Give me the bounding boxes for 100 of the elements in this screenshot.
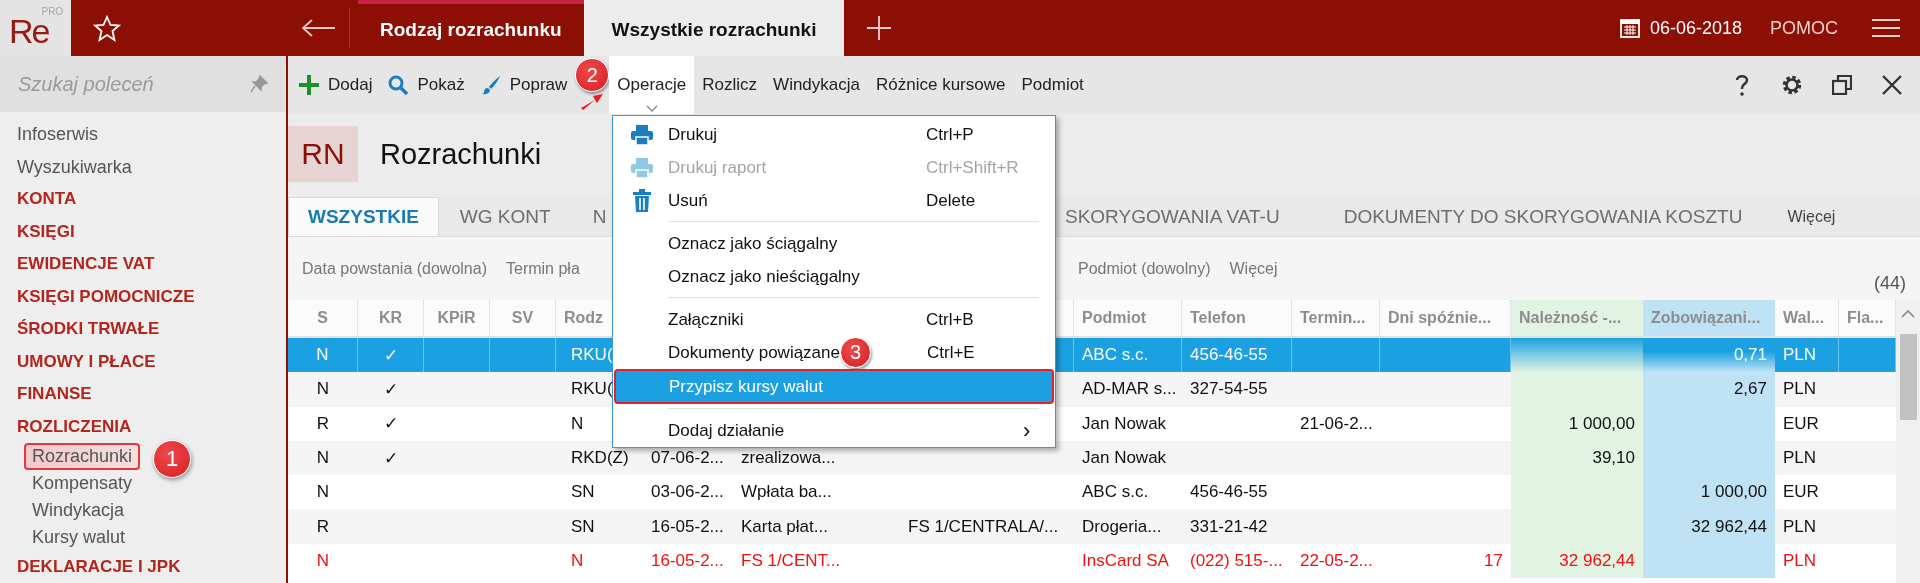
table-cell: 39,10 [1511, 440, 1643, 476]
printer-icon [629, 123, 654, 146]
column-header[interactable]: Wal... [1783, 309, 1825, 327]
menu-icon[interactable] [1872, 18, 1900, 38]
annotation-arrow [581, 92, 604, 110]
table-cell: 32 962,44 [1511, 543, 1643, 579]
sidebar-item[interactable]: EWIDENCJE VAT [0, 248, 286, 281]
column-header[interactable]: KPiR [437, 309, 476, 327]
tab[interactable]: DOKUMENTY DO SKORYGOWANIA KOSZTU [1311, 197, 1764, 236]
menu-label: Oznacz jako ściągalny [668, 233, 839, 254]
menu-item[interactable]: Oznacz jako ściągalny [615, 227, 1053, 260]
column-header[interactable]: Telefon [1190, 309, 1246, 327]
toolbar-button[interactable]: Operacje [609, 56, 695, 114]
table-cell: N [316, 345, 329, 366]
search-field[interactable]: Szukaj poleceń [18, 72, 250, 96]
table-row[interactable]: R SN 16-05-2... Karta płat... FS 1/CENTRALA/... Drogeria... 331-21-42 32 962,44 PLN [288, 509, 1896, 544]
menu-label: Dodaj działanie [668, 420, 786, 441]
menu-item[interactable]: Drukuj Ctrl+P [615, 118, 1053, 151]
shortcut-text: Ctrl+B [926, 309, 975, 330]
table-cell: AD-MAR s... [1082, 379, 1177, 400]
help-icon[interactable] [1735, 74, 1749, 96]
filter-link[interactable]: Podmiot (dowolny) [1078, 259, 1211, 278]
close-icon[interactable] [1882, 75, 1902, 95]
toolbar-button[interactable]: Popraw [472, 56, 576, 114]
toolbar-button[interactable]: Dodaj [291, 56, 381, 114]
column-header[interactable]: Podmiot [1082, 309, 1146, 327]
sidebar-item[interactable]: FINANSE [0, 378, 286, 411]
table-cell: ✓ [384, 413, 398, 435]
table-cell: RKU( [571, 379, 613, 400]
scroll-up-icon[interactable] [1901, 310, 1915, 318]
printer-icon [629, 156, 654, 179]
tab[interactable]: WG KONT [438, 197, 572, 236]
sidebar-item[interactable]: Windykacja [24, 497, 133, 524]
menu-label: Drukuj [668, 124, 719, 145]
toolbar-button[interactable]: Rozlicz [694, 56, 766, 114]
scrollbar[interactable] [1896, 300, 1920, 583]
table-cell: ✓ [383, 344, 398, 366]
sidebar-item[interactable]: KSIĘGI [0, 215, 286, 248]
menu-item[interactable]: Przypisz kursy walut [614, 369, 1054, 404]
tab[interactable]: WSZYSTKIE [288, 197, 439, 236]
menu-item[interactable]: Dokumenty powiązane 3 Ctrl+E [615, 336, 1053, 369]
search-bar[interactable]: Szukaj poleceń [0, 56, 286, 112]
table-cell: EUR [1783, 413, 1819, 434]
sidebar-item[interactable]: ROZLICZENIA [0, 410, 286, 443]
sidebar-item[interactable]: DEKLARACJE I JPK [0, 551, 286, 583]
table-cell: 1 000,00 [1643, 475, 1775, 510]
toolbar-button[interactable]: Podmiot [1013, 56, 1092, 114]
sidebar-item[interactable]: Wyszukiwarka [0, 150, 286, 183]
sidebar-item[interactable]: KONTA [0, 183, 286, 216]
plus-icon[interactable] [866, 15, 893, 41]
table-cell: 32 962,44 [1643, 509, 1775, 544]
table-cell: ABC s.c. [1082, 482, 1149, 503]
logo-superscript: PRO [41, 6, 64, 17]
menu-label: Drukuj raport [668, 157, 768, 178]
page-title: Rozrachunki [380, 137, 542, 172]
menu-label: Usuń [668, 190, 709, 211]
filter-link[interactable]: Data powstania (dowolna) [302, 259, 487, 278]
table-cell: 16-05-2... [651, 550, 724, 571]
table-cell: PLN [1783, 550, 1817, 571]
menu-item[interactable]: Oznacz jako nieściągalny [615, 260, 1053, 293]
scrollbar-thumb[interactable] [1899, 334, 1917, 420]
sidebar-item[interactable]: Kompensaty [24, 470, 141, 497]
menu-item[interactable]: Załączniki Ctrl+B [615, 303, 1053, 336]
menu-item[interactable]: Usuń Delete [615, 184, 1053, 217]
column-header[interactable]: Fla... [1847, 309, 1884, 327]
column-header[interactable]: KR [378, 309, 403, 327]
back-arrow-icon[interactable] [301, 18, 337, 38]
sidebar-item[interactable]: ŚRODKI TRWAŁE [0, 313, 286, 346]
column-header[interactable]: S [317, 309, 328, 327]
table-cell: 07-06-2... [651, 448, 724, 469]
table-cell: 17 [1484, 550, 1503, 571]
column-header[interactable]: Termin... [1300, 309, 1366, 327]
column-header[interactable]: Rodz [564, 309, 604, 327]
help-link[interactable]: POMOC [1770, 17, 1838, 39]
table-cell: ✓ [384, 378, 398, 400]
star-icon[interactable] [93, 14, 121, 42]
sidebar-item[interactable]: UMOWY I PŁACE [0, 345, 286, 378]
sidebar-item[interactable]: Kursy walut [24, 524, 134, 551]
toolbar-button[interactable]: Różnice kursowe [868, 56, 1014, 114]
shortcut-text: Ctrl+Shift+R [926, 157, 1020, 178]
filter-link[interactable]: Termin pła [506, 259, 580, 278]
restore-icon[interactable] [1832, 75, 1852, 95]
table-cell: PLN [1783, 379, 1817, 400]
tab[interactable]: Więcej [1763, 197, 1860, 236]
column-header[interactable]: Dni spóźnie... [1388, 309, 1492, 327]
table-cell: FS 1/CENT... [741, 550, 841, 571]
sidebar-item[interactable]: Infoserwis [0, 118, 286, 151]
plus-icon [299, 75, 319, 95]
menu-label: Dokumenty powiązane [668, 342, 840, 363]
settings-icon[interactable] [1781, 74, 1803, 96]
tab[interactable]: Wszystkie rozrachunki [583, 0, 845, 56]
sidebar-item[interactable]: Rozrachunki [24, 443, 141, 470]
sidebar-item[interactable]: KSIĘGI POMOCNICZE [0, 280, 286, 313]
toolbar-button[interactable]: Windykacja [765, 56, 868, 114]
search-icon [388, 75, 409, 95]
filter-link[interactable]: Więcej [1229, 259, 1278, 278]
toolbar-button[interactable]: Pokaż [380, 56, 473, 114]
step-badge: 3 [840, 337, 871, 368]
column-header[interactable]: SV [511, 309, 534, 327]
column-header[interactable]: Należność -... [1511, 300, 1643, 336]
